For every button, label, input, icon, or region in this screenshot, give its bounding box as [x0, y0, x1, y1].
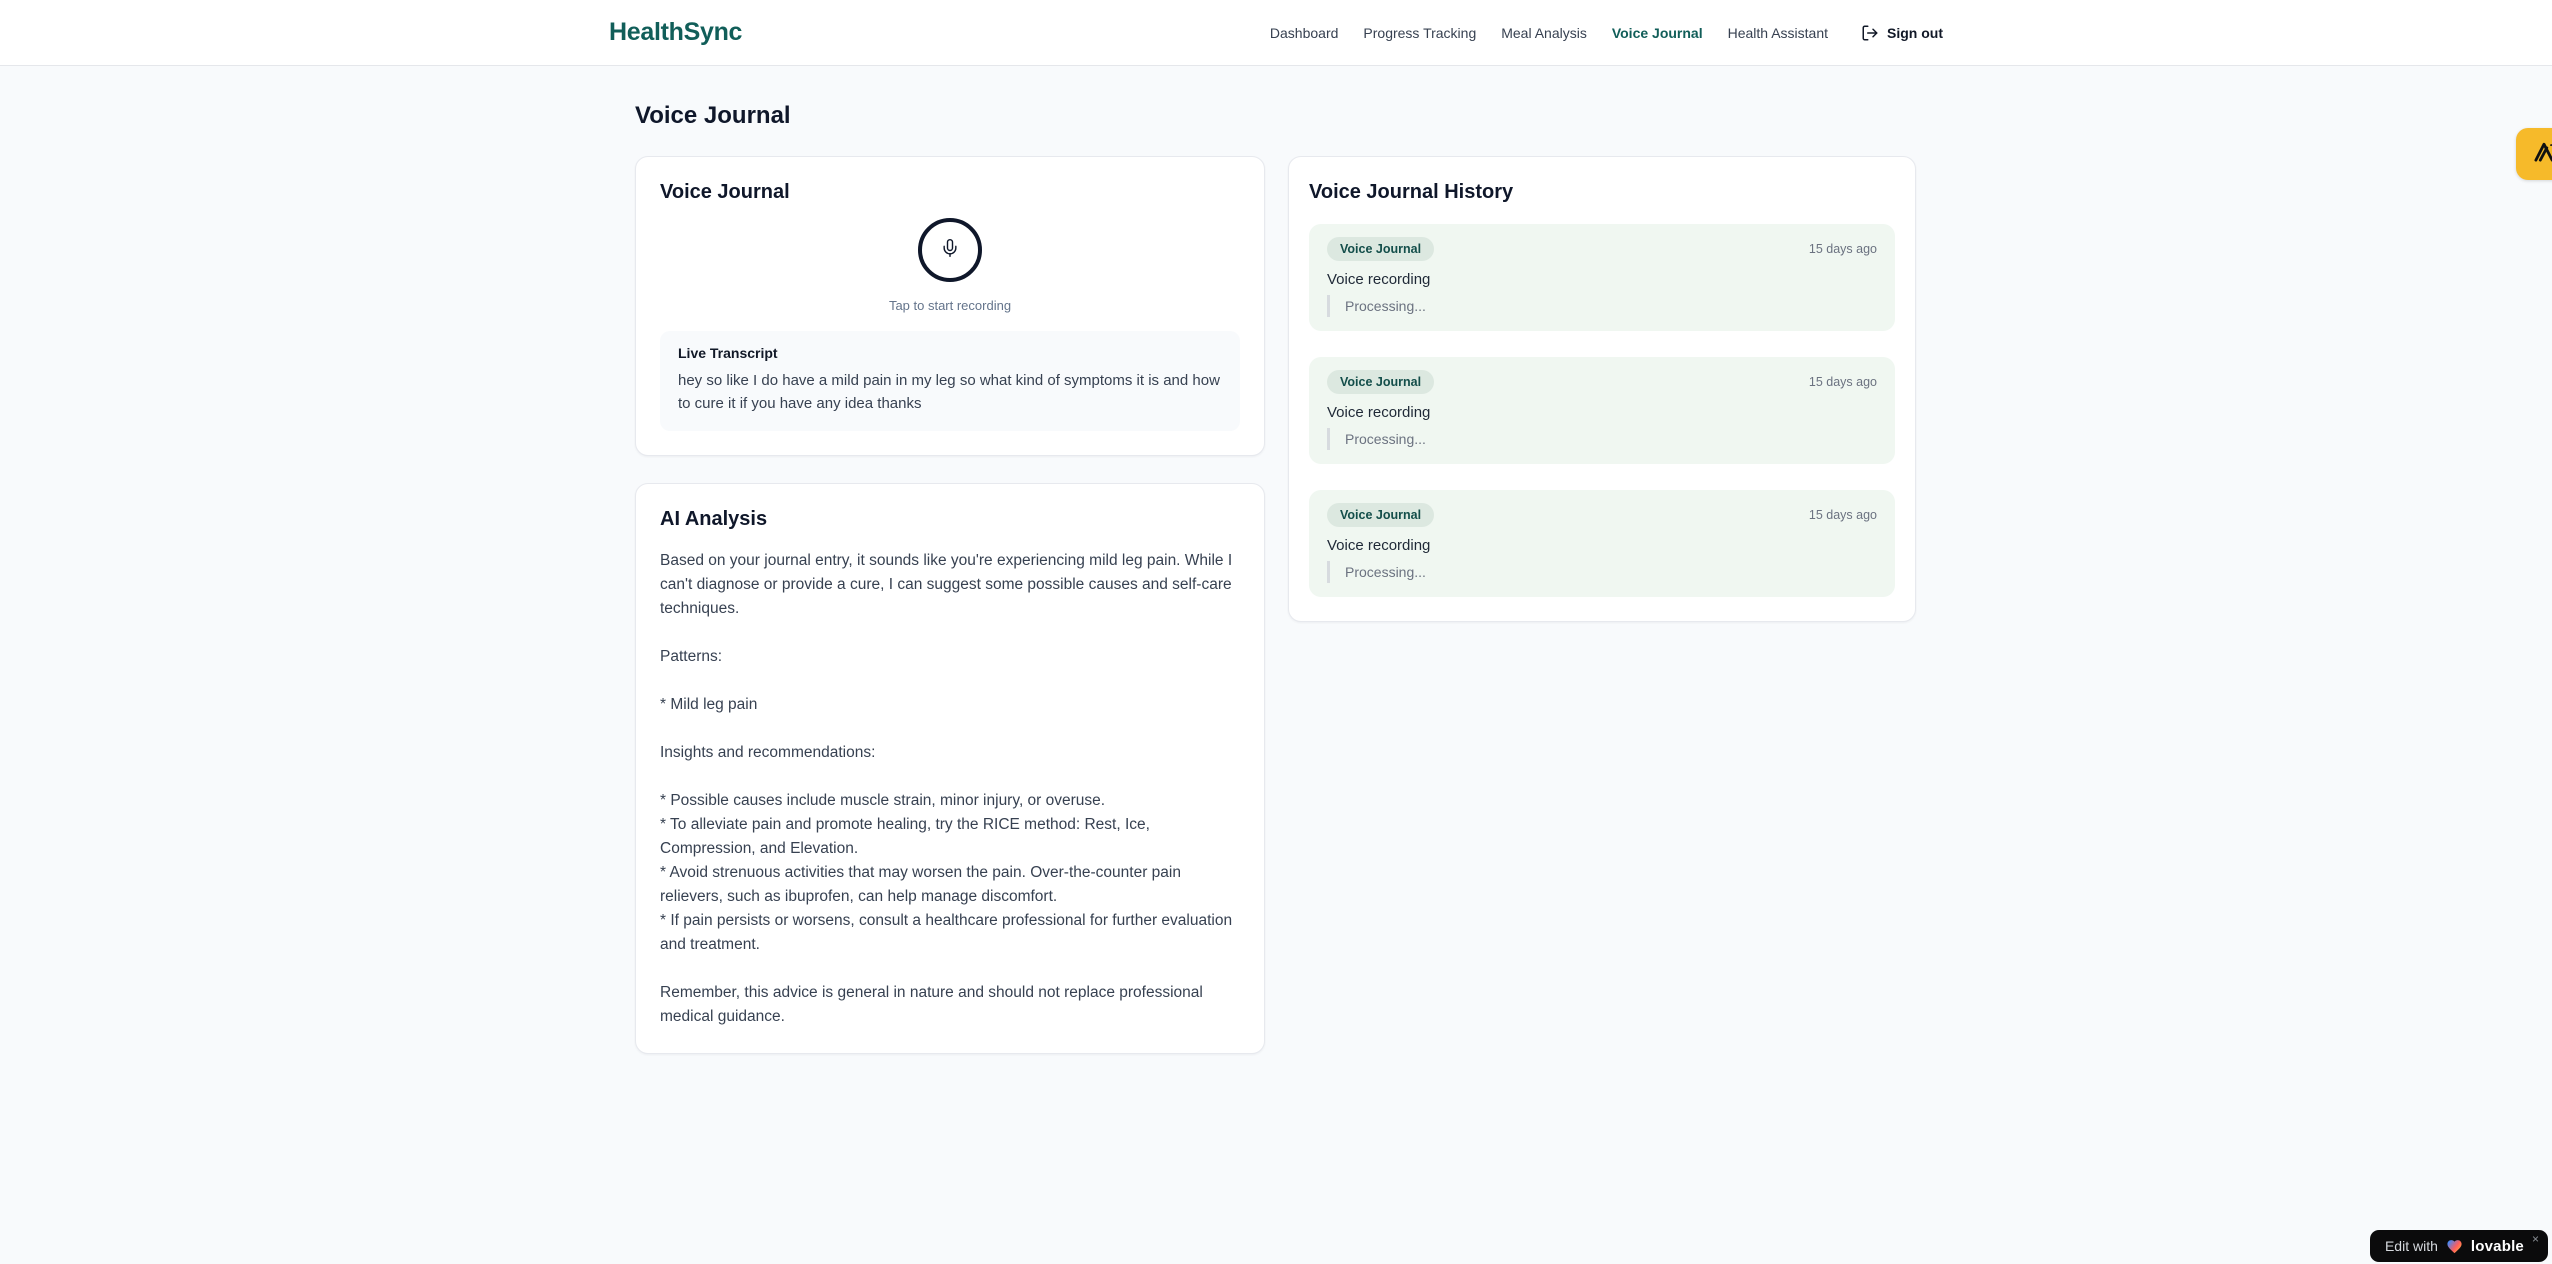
entry-timestamp: 15 days ago [1808, 375, 1877, 389]
entry-title: Voice recording [1327, 271, 1431, 288]
entry-processing-status: Processing... [1327, 295, 1877, 317]
lovable-brand-label: lovable [2470, 1237, 2524, 1255]
navbar-inner: HealthSync Dashboard Progress Tracking M… [609, 0, 1943, 65]
history-entry[interactable]: Voice Journal 15 days ago Voice recordin… [1309, 357, 1895, 464]
history-card-title: Voice Journal History [1309, 181, 1514, 203]
ai-analysis-card: AI Analysis Based on your journal entry,… [635, 483, 1265, 1054]
page-title: Voice Journal [635, 102, 791, 129]
entry-type-badge: Voice Journal [1327, 370, 1435, 394]
voice-journal-history-card: Voice Journal History Voice Journal 15 d… [1288, 156, 1916, 622]
nav-item-dashboard[interactable]: Dashboard [1270, 25, 1339, 41]
history-entry[interactable]: Voice Journal 15 days ago Voice recordin… [1309, 224, 1895, 331]
sign-out-button[interactable]: Sign out [1861, 24, 1943, 42]
voice-journal-page: HealthSync Dashboard Progress Tracking M… [0, 0, 2552, 1264]
entry-timestamp: 15 days ago [1808, 242, 1877, 256]
ai-analysis-body: Based on your journal entry, it sounds l… [660, 552, 1233, 1025]
main-nav: Dashboard Progress Tracking Meal Analysi… [1270, 24, 1943, 42]
recorder-card-title: Voice Journal [660, 181, 790, 203]
main-content: Voice Journal Voice Journal Tap to start… [635, 0, 1917, 1054]
left-column: Voice Journal Tap to start recording Liv… [635, 156, 1265, 1054]
entry-processing-status: Processing... [1327, 428, 1877, 450]
entry-title: Voice recording [1327, 537, 1431, 554]
entry-type-badge: Voice Journal [1327, 503, 1435, 527]
lovable-prefix-label: Edit with [2384, 1238, 2438, 1254]
log-out-icon [1861, 24, 1879, 42]
right-column: Voice Journal History Voice Journal 15 d… [1288, 156, 1916, 622]
live-transcript-label: Live Transcript [678, 345, 778, 361]
edge-widget-button[interactable] [2516, 128, 2552, 180]
entry-processing-status: Processing... [1327, 561, 1877, 583]
peak-mark-icon [2531, 139, 2552, 170]
nav-item-meal-analysis[interactable]: Meal Analysis [1501, 25, 1587, 41]
ai-analysis-title: AI Analysis [660, 508, 768, 530]
live-transcript-text: hey so like I do have a mild pain in my … [678, 372, 1220, 412]
sign-out-label: Sign out [1887, 24, 1943, 41]
entry-type-badge: Voice Journal [1327, 237, 1435, 261]
history-entry[interactable]: Voice Journal 15 days ago Voice recordin… [1309, 490, 1895, 597]
record-button[interactable] [918, 218, 982, 282]
entry-timestamp: 15 days ago [1808, 508, 1877, 522]
close-icon[interactable]: × [2532, 1233, 2539, 1245]
mic-icon [940, 238, 960, 263]
voice-recorder-card: Voice Journal Tap to start recording Liv… [635, 156, 1265, 456]
recorder-area: Tap to start recording [660, 218, 1240, 313]
top-navbar: HealthSync Dashboard Progress Tracking M… [0, 0, 2552, 66]
nav-item-progress-tracking[interactable]: Progress Tracking [1363, 25, 1476, 41]
history-list: Voice Journal 15 days ago Voice recordin… [1309, 224, 1895, 597]
app-logo: HealthSync [609, 18, 743, 46]
entry-title: Voice recording [1327, 404, 1431, 421]
live-transcript-box: Live Transcript hey so like I do have a … [660, 331, 1240, 431]
edit-with-lovable-badge[interactable]: Edit with lovable × [2369, 1230, 2548, 1262]
nav-item-voice-journal[interactable]: Voice Journal [1612, 25, 1703, 41]
tap-to-record-hint: Tap to start recording [888, 298, 1012, 313]
heart-icon [2446, 1238, 2463, 1255]
nav-item-health-assistant[interactable]: Health Assistant [1728, 25, 1828, 41]
